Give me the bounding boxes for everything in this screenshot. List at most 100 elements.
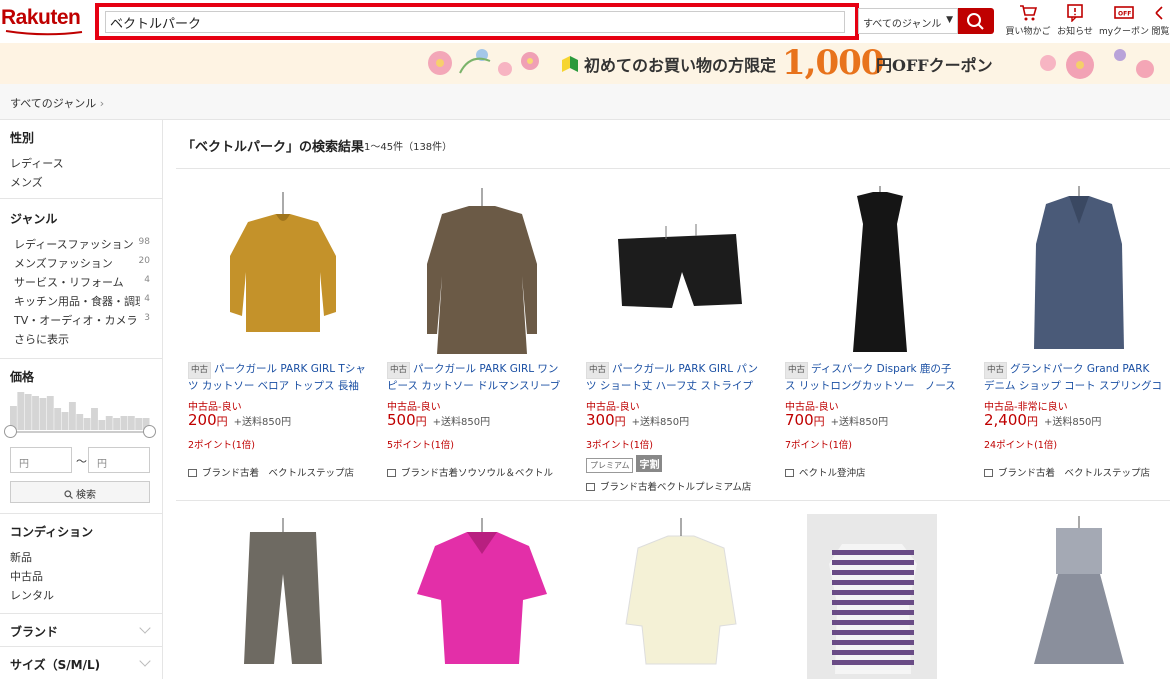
coupon-button[interactable]: OFF myクーポン: [1098, 4, 1150, 37]
breadcrumb-root-label: すべてのジャンル: [10, 97, 97, 110]
used-tag: 中古: [387, 362, 411, 379]
price-histogram: [10, 392, 150, 430]
product-image[interactable]: [785, 184, 975, 354]
product-image[interactable]: [807, 514, 937, 679]
rakuten-logo[interactable]: Rakuten: [0, 6, 88, 36]
product-image[interactable]: [984, 514, 1170, 679]
search-icon: [967, 13, 984, 30]
price-max-input[interactable]: 円: [88, 447, 150, 473]
product-card[interactable]: [387, 514, 577, 679]
genre-more-link[interactable]: さらに表示: [14, 331, 69, 347]
genre-section: ジャンル レディースファッション 98 メンズファッション 20 サービス・リフォー…: [0, 199, 163, 359]
condition-rental[interactable]: レンタル: [10, 587, 54, 603]
price-slider-min-handle[interactable]: [4, 425, 17, 438]
product-image[interactable]: [984, 184, 1170, 354]
product-image[interactable]: [586, 184, 776, 354]
banner-text: 初めてのお買い物の方限定: [584, 56, 777, 75]
genre-item-label: メンズファッション: [14, 257, 113, 270]
logo-swoosh-icon: [5, 30, 83, 36]
product-title-text: パークガール PARK GIRL パンツ ショート丈 ハーフ丈 ストライプ 黒 …: [586, 363, 758, 392]
size-section[interactable]: サイズ（S/M/L): [0, 647, 163, 679]
beginner-mark-icon: [562, 56, 578, 72]
product-image[interactable]: [586, 514, 776, 679]
product-card[interactable]: [188, 514, 378, 679]
product-title[interactable]: 中古 パークガール PARK GIRL ワンピース カットソー ドルマンスリーブ …: [387, 362, 565, 392]
shop-link[interactable]: ブランド古着 ベクトルステップ店: [188, 465, 354, 479]
product-card[interactable]: [984, 514, 1170, 679]
banner-amount: 1,000: [782, 43, 884, 83]
size-heading: サイズ（S/M/L): [10, 658, 101, 672]
shop-icon: [586, 483, 595, 491]
product-title[interactable]: 中古 グランドパーク Grand PARK デニム ショップ コート スプリングコ…: [984, 362, 1162, 392]
shop-link[interactable]: ベクトル登沖店: [785, 465, 866, 479]
shop-link[interactable]: ブランド古着ソウソウル＆ベクトル: [387, 465, 553, 479]
histogram-bar: [17, 392, 25, 430]
results-count: 1～45件（138件）: [364, 142, 453, 153]
price-yen: 円: [614, 415, 626, 428]
search-button[interactable]: [958, 8, 994, 34]
svg-text:OFF: OFF: [1118, 11, 1131, 18]
histogram-bar: [76, 414, 84, 430]
histogram-bar: [120, 416, 128, 430]
product-image[interactable]: [188, 184, 378, 354]
product-card[interactable]: [586, 514, 776, 679]
genre-item-count: 20: [138, 256, 150, 266]
genre-item-count: 98: [138, 237, 150, 247]
product-title[interactable]: 中古ディスパーク Dispark 鹿の子 ス リットロングカットソー ノースリー…: [785, 362, 963, 392]
breadcrumb-separator: ›: [99, 97, 105, 110]
used-tag: 中古: [785, 362, 809, 379]
condition-used[interactable]: 中古品: [10, 568, 43, 584]
price-heading: 価格: [10, 370, 35, 384]
genre-select[interactable]: すべてのジャンル ▼: [858, 8, 958, 34]
product-image[interactable]: [387, 514, 577, 679]
brand-section[interactable]: ブランド: [0, 614, 163, 647]
condition-new[interactable]: 新品: [10, 549, 32, 565]
price-search-button[interactable]: 検索: [10, 481, 150, 503]
gender-mens[interactable]: メンズ: [10, 174, 43, 190]
notice-button[interactable]: お知らせ: [1054, 4, 1096, 37]
product-title-text: グランドパーク Grand PARK デニム ショップ コート スプリングコート: [984, 363, 1162, 392]
cart-label: 買い物かご: [1005, 27, 1051, 37]
results-title: 「ベクトルパーク」の検索結果: [182, 140, 365, 155]
used-tag: 中古: [984, 362, 1008, 379]
chevron-down-icon: [139, 622, 151, 634]
shipping-fee: +送料850円: [830, 417, 889, 428]
product-card[interactable]: [785, 514, 975, 679]
histogram-bar: [61, 412, 69, 430]
product-price: 700円 +送料850円: [785, 411, 888, 429]
product-title[interactable]: 中古 パークガール PARK GIRL Tシャツ カットソー ベロア トップス 長…: [188, 362, 366, 392]
shop-link[interactable]: ブランド古着ベクトルプレミアム店: [586, 479, 751, 493]
premium-badge: プレミアム: [586, 458, 634, 473]
flower-decoration-right-icon: [1040, 49, 1154, 79]
gender-ladies[interactable]: レディース: [10, 155, 64, 171]
price-min-placeholder: 円: [19, 459, 29, 470]
genre-item-count: 3: [144, 313, 150, 323]
genre-item-count: 4: [144, 294, 150, 304]
breadcrumb-root[interactable]: すべてのジャンル ›: [10, 95, 104, 111]
price-min-input[interactable]: 円: [10, 447, 72, 473]
cart-button[interactable]: 買い物かご: [1004, 4, 1052, 37]
search-small-icon: [64, 490, 73, 499]
shop-icon: [785, 469, 794, 477]
product-image[interactable]: [387, 184, 577, 354]
histogram-bar: [24, 394, 32, 430]
breadcrumb: すべてのジャンル ›: [0, 84, 1170, 120]
search-box: [95, 3, 859, 40]
product-title[interactable]: 中古 パークガール PARK GIRL パンツ ショート丈 ハーフ丈 ストライプ …: [586, 362, 764, 392]
history-button[interactable]: 閲覧: [1151, 4, 1170, 37]
shipping-fee: +送料850円: [432, 417, 491, 428]
price-slider[interactable]: [4, 425, 156, 438]
dropdown-arrow-icon: ▼: [946, 15, 953, 25]
price-value: 300: [586, 411, 615, 429]
product-image[interactable]: [188, 514, 378, 679]
shop-name: ブランド古着ベクトルプレミアム店: [600, 482, 752, 493]
shop-link[interactable]: ブランド古着 ベクトルステップ店: [984, 465, 1150, 479]
histogram-bar: [39, 398, 47, 430]
brand-heading: ブランド: [10, 625, 59, 639]
product-price: 2,400円 +送料850円: [984, 411, 1101, 429]
promo-banner[interactable]: 初めてのお買い物の方限定 1,000 円OFFクーポン: [0, 43, 1170, 84]
price-slider-max-handle[interactable]: [143, 425, 156, 438]
shop-name: ベクトル登沖店: [799, 468, 866, 479]
search-input[interactable]: [105, 11, 845, 33]
logo-text: Rakuten: [1, 6, 81, 29]
